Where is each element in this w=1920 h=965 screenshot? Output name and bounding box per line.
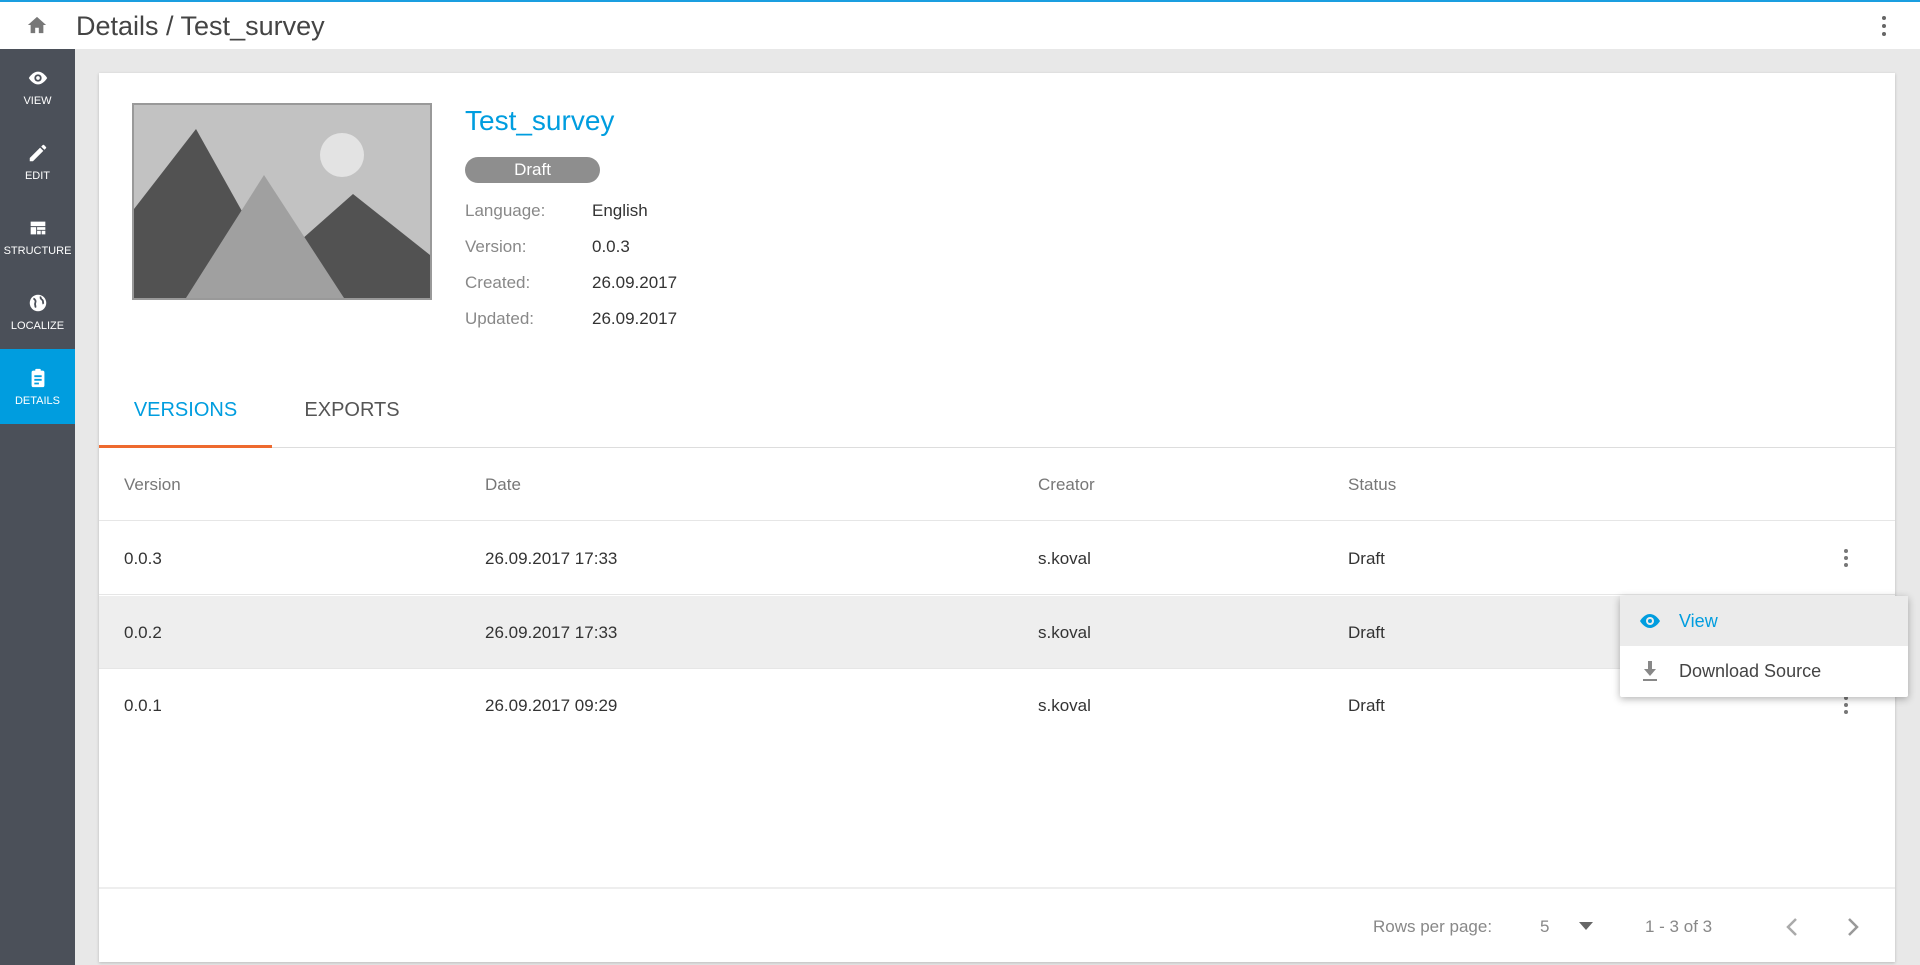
- home-icon[interactable]: [26, 15, 48, 35]
- info-value: English: [592, 201, 648, 220]
- globe-icon: [29, 294, 46, 311]
- sidebar-item-label: VIEW: [23, 94, 52, 107]
- info-value: 26.09.2017: [592, 273, 678, 292]
- tab-bar: VERSIONS EXPORTS: [99, 373, 1895, 448]
- status-badge: Draft: [465, 157, 600, 183]
- eye-icon: [1640, 614, 1660, 628]
- clipboard-icon: [31, 368, 44, 387]
- column-header-creator[interactable]: Creator: [1038, 448, 1095, 521]
- download-icon: [1643, 661, 1657, 681]
- info-value: 26.09.2017: [592, 309, 678, 328]
- cell-version: 0.0.3: [124, 549, 162, 568]
- menu-item-view[interactable]: View: [1620, 596, 1908, 646]
- row-menu-icon[interactable]: [1843, 696, 1849, 714]
- survey-title: Test_survey: [465, 105, 615, 136]
- survey-details-card: Test_survey Draft Language: English Versi…: [99, 73, 1895, 962]
- cell-date: 26.09.2017 09:29: [485, 696, 618, 715]
- sidebar-item-details[interactable]: DETAILS: [0, 349, 75, 424]
- pencil-icon: [29, 144, 46, 161]
- pagination: Rows per page: 5 1 - 3 of 3: [99, 887, 1895, 962]
- info-label: Created:: [465, 273, 531, 292]
- info-label: Version:: [465, 237, 527, 256]
- menu-item-label: View: [1679, 611, 1718, 631]
- tab-exports[interactable]: EXPORTS: [272, 373, 432, 448]
- eye-icon: [28, 71, 47, 84]
- cell-status: Draft: [1348, 623, 1385, 642]
- cell-version: 0.0.2: [124, 623, 162, 642]
- sidebar-item-label: DETAILS: [14, 394, 61, 407]
- menu-item-label: Download Source: [1679, 661, 1822, 681]
- column-header-version[interactable]: Version: [124, 448, 181, 521]
- cell-status: Draft: [1348, 549, 1385, 568]
- breadcrumb: Details / Test_survey: [76, 11, 325, 41]
- sidebar-item-structure[interactable]: STRUCTURE: [0, 199, 75, 274]
- more-options-icon[interactable]: [1878, 16, 1890, 36]
- cell-creator: s.koval: [1038, 623, 1091, 642]
- tab-versions[interactable]: VERSIONS: [99, 373, 272, 448]
- cell-date: 26.09.2017 17:33: [485, 623, 618, 642]
- cell-creator: s.koval: [1038, 696, 1091, 715]
- top-bar: Details / Test_survey: [0, 0, 1920, 49]
- cell-creator: s.koval: [1038, 549, 1091, 568]
- sidebar-item-label: EDIT: [24, 169, 51, 182]
- table-row[interactable]: 0.0.3 26.09.2017 17:33 s.koval Draft: [99, 522, 1895, 595]
- sidebar: VIEW EDIT STRUCTURE LOCALIZE DETAILS: [0, 49, 75, 965]
- row-menu-icon[interactable]: [1843, 549, 1849, 567]
- chevron-left-icon[interactable]: [1786, 917, 1798, 937]
- row-action-menu: View Download Source: [1620, 596, 1908, 697]
- table-header: Version Date Creator Status: [99, 448, 1895, 521]
- cell-status: Draft: [1348, 696, 1385, 715]
- rows-per-page-select[interactable]: 5: [1540, 889, 1549, 964]
- info-label: Updated:: [465, 309, 534, 328]
- sidebar-item-edit[interactable]: EDIT: [0, 124, 75, 199]
- structure-icon: [30, 221, 45, 234]
- sidebar-item-label: STRUCTURE: [3, 244, 72, 257]
- sidebar-item-label: LOCALIZE: [10, 319, 65, 332]
- info-label: Language:: [465, 201, 546, 220]
- image-placeholder-icon: [132, 103, 432, 300]
- rows-per-page-label: Rows per page:: [1373, 917, 1493, 936]
- chevron-right-icon[interactable]: [1847, 917, 1859, 937]
- menu-item-download-source[interactable]: Download Source: [1620, 646, 1908, 696]
- info-value: 0.0.3: [592, 237, 630, 256]
- cell-date: 26.09.2017 17:33: [485, 549, 618, 568]
- sidebar-item-localize[interactable]: LOCALIZE: [0, 274, 75, 349]
- chevron-down-icon[interactable]: [1579, 922, 1593, 930]
- column-header-status[interactable]: Status: [1348, 448, 1396, 521]
- page-range: 1 - 3 of 3: [1645, 917, 1713, 936]
- column-header-date[interactable]: Date: [485, 448, 521, 521]
- sidebar-item-view[interactable]: VIEW: [0, 49, 75, 124]
- cell-version: 0.0.1: [124, 696, 162, 715]
